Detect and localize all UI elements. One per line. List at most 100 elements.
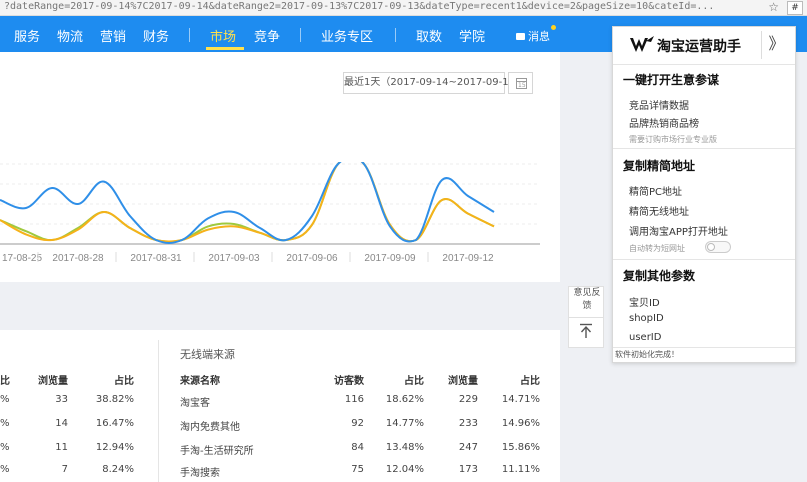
source-name: 淘宝客 [180,398,210,409]
short-url-toggle[interactable] [705,241,731,253]
copy-user-id-link[interactable]: userID [629,332,661,343]
feedback-button[interactable]: 意见反馈 [572,287,602,313]
table-cell: % [0,418,10,429]
table-cell: 14.77% [385,418,424,429]
nav-item-business-zone[interactable]: 业务专区 [321,26,373,45]
table-cell: 11.11% [501,464,540,475]
divider [569,317,603,318]
nav-item-data-fetch[interactable]: 取数 [416,26,442,45]
table-cell: 38.82% [95,394,134,405]
trend-chart-svg: 17-08-25 2017-08-28 2017-08-31 2017-09-03 20… [0,162,540,264]
envelope-icon [516,33,525,40]
nav-separator [395,28,396,42]
copy-shop-id-link[interactable]: shopID [629,313,664,324]
wireless-source-title: 无线端来源 [180,348,235,361]
bookmark-star-icon[interactable]: ☆ [768,0,779,14]
x-tick-label: 17-08-25 [2,253,42,264]
table-cell: 13.48% [385,442,424,453]
wireless-header-visitors: 访客数 [334,376,364,387]
table-cell: 18.62% [385,394,424,405]
messages-label: 消息 [528,30,550,43]
table-cell: 33 [55,394,68,405]
nav-item-academy[interactable]: 学院 [459,26,485,45]
table-cell: 75 [351,464,364,475]
table-cell: % [0,442,10,453]
table-cell: 7 [61,464,68,475]
x-tick-label: 2017-08-28 [52,253,104,264]
nav-separator [189,28,190,42]
nav-item-service[interactable]: 服务 [14,26,40,45]
assistant-header: 淘宝运营助手 》 [613,27,795,65]
section-gap [0,282,560,330]
table-cell: 11 [55,442,68,453]
divider [613,347,795,348]
x-tick-label: 2017-09-06 [286,253,338,264]
copy-item-id-link[interactable]: 宝贝ID [629,294,660,309]
table-cell: 8.24% [102,464,134,475]
wireless-header-share: 占比 [404,376,424,387]
table-cell: 247 [458,442,478,453]
table-cell: 16.47% [95,418,134,429]
divider [613,259,795,260]
x-tick-label: 2017-08-31 [130,253,182,264]
extension-button[interactable]: # [787,1,803,15]
x-tick-label: 2017-09-12 [442,253,494,264]
left-col-header: 浏览量 [38,376,68,387]
table-divider [158,340,159,482]
trend-chart: 17-08-25 2017-08-28 2017-08-31 2017-09-03 20… [0,162,560,282]
copy-app-url-link[interactable]: 调用淘宝APP打开地址 [629,223,728,238]
left-col-header: 比 [0,376,10,387]
url-text[interactable]: ?dateRange=2017-09-14%7C2017-09-14&dateR… [4,1,714,12]
source-name: 淘内免费其他 [180,422,240,433]
table-cell: 14 [55,418,68,429]
brand-logo-icon [630,36,654,52]
wireless-header-source: 来源名称 [180,376,220,387]
copy-pc-url-link[interactable]: 精简PC地址 [629,183,682,198]
unread-dot [551,25,556,30]
messages-link[interactable]: 消息 [516,25,556,44]
x-tick-label: 2017-09-09 [364,253,416,264]
nav-item-competition[interactable]: 竞争 [254,26,280,45]
table-cell: 14.71% [501,394,540,405]
feedback-widget: 意见反馈 [568,286,604,348]
toggle-knob [707,243,715,251]
section-title: 复制精简地址 [623,159,696,173]
short-url-label: 自动转为短网址 [629,244,685,253]
table-cell: 12.04% [385,464,424,475]
nav-item-logistics[interactable]: 物流 [57,26,83,45]
left-col-header: 占比 [114,376,134,387]
table-cell: 116 [344,394,364,405]
nav-item-marketing[interactable]: 营销 [100,26,126,45]
nav-item-market[interactable]: 市场 [210,26,236,45]
x-tick-label: 2017-09-03 [208,253,260,264]
browser-url-bar[interactable]: ?dateRange=2017-09-14%7C2017-09-14&dateR… [0,0,807,16]
copy-mobile-url-link[interactable]: 精简无线地址 [629,203,689,218]
table-cell: 14.96% [501,418,540,429]
wireless-header-share: 占比 [520,376,540,387]
competitor-details-link[interactable]: 竞品详情数据 [629,97,689,112]
table-cell: % [0,394,10,405]
wireless-header-pageviews: 浏览量 [448,376,478,387]
collapse-button[interactable]: 》 [761,31,791,59]
source-tables-card: 比 浏览量 占比 % 33 38.82% % 14 16.47% % 11 12… [0,330,560,482]
arrow-up-to-top-icon[interactable] [579,323,593,339]
table-cell: 15.86% [501,442,540,453]
assistant-title: 淘宝运营助手 [657,39,741,55]
section-title: 复制其他参数 [623,269,696,283]
date-range-selector[interactable]: 最近1天（2017-09-14~2017-09-14） [343,72,525,94]
table-cell: 173 [458,464,478,475]
calendar-icon: 15 [516,78,527,89]
table-cell: 84 [351,442,364,453]
table-cell: % [0,464,10,475]
status-message: 软件初始化完成！ [615,350,679,359]
brand-bestseller-link[interactable]: 品牌热销商品榜 [629,115,699,130]
section-title: 一键打开生意参谋 [623,73,720,87]
nav-item-finance[interactable]: 财务 [143,26,169,45]
subscription-note: 需要订购市场行业专业版 [629,135,717,144]
divider [613,148,795,149]
table-cell: 92 [351,418,364,429]
trend-card: 最近1天（2017-09-14~2017-09-14） 15 [0,52,560,162]
source-name: 手淘-生活研究所 [180,446,254,457]
active-tab-indicator [206,47,244,50]
calendar-button[interactable]: 15 [508,72,533,94]
